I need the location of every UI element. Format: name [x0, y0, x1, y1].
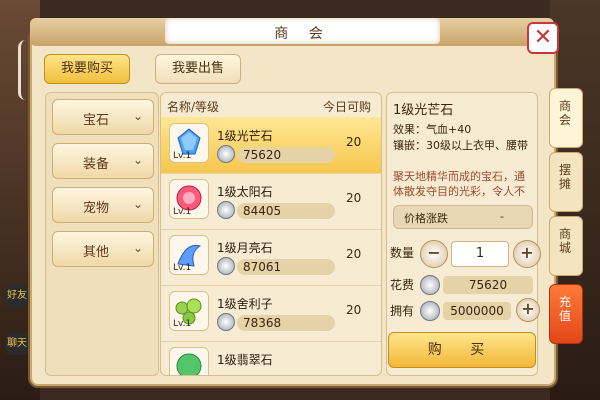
side-tab-mall[interactable]: 商城: [549, 216, 583, 276]
price-trend: 价格涨跌 -: [393, 205, 533, 229]
trend-value: -: [500, 210, 504, 223]
gem-icon: [169, 347, 209, 375]
owned-value: 5000000: [443, 302, 511, 320]
table-row[interactable]: 1级翡翠石: [161, 341, 381, 375]
category-sidebar: 宝石 ⌄ 装备 ⌄ 宠物 ⌄ 其他 ⌄: [45, 92, 159, 376]
item-list: 名称/等级 今日可购 Lv.1 1级光芒石 75620 20 Lv.1 1级太阳…: [160, 92, 382, 376]
side-tab-label: 摆摊: [559, 163, 572, 191]
level-badge: Lv.1: [173, 319, 192, 329]
silver-coin-icon: [217, 145, 235, 163]
gem-icon: Lv.1: [169, 291, 209, 331]
add-currency-button[interactable]: +: [516, 298, 540, 322]
table-row[interactable]: Lv.1 1级光芒石 75620 20: [161, 117, 381, 174]
silver-coin-icon: [420, 301, 440, 321]
chevron-down-icon: ⌄: [132, 241, 143, 255]
category-equipment[interactable]: 装备 ⌄: [52, 143, 154, 179]
close-icon: ✕: [533, 25, 553, 50]
item-price: 84405: [237, 203, 335, 219]
buy-button[interactable]: 购 买: [388, 332, 536, 368]
item-price: 78368: [237, 315, 335, 331]
category-label: 装备: [83, 157, 110, 172]
table-row[interactable]: Lv.1 1级舍利子 78368 20: [161, 285, 381, 342]
category-other[interactable]: 其他 ⌄: [52, 231, 154, 267]
title-banner: 商 会: [165, 18, 440, 44]
side-tab-stall[interactable]: 摆摊: [549, 152, 583, 212]
cost-value: 75620: [443, 276, 533, 294]
item-name: 1级翡翠石: [217, 353, 273, 367]
tab-buy[interactable]: 我要购买: [44, 54, 130, 84]
owned-label: 拥有: [390, 304, 415, 318]
silver-coin-icon: [217, 201, 235, 219]
list-header: 名称/等级 今日可购: [161, 93, 381, 117]
today-available: 20: [346, 135, 362, 149]
chevron-down-icon: ⌄: [132, 153, 143, 167]
gem-icon: Lv.1: [169, 179, 209, 219]
page-title: 商 会: [274, 26, 331, 42]
close-button[interactable]: ✕: [527, 22, 559, 54]
column-header-today: 今日可购: [323, 100, 372, 114]
detail-description: 聚天地精华而成的宝石，通体散发夺目的光彩，令人不: [393, 170, 525, 198]
detail-inlay: 镶嵌：30级以上衣甲、腰带: [393, 139, 528, 152]
item-price: 87061: [237, 259, 335, 275]
gem-art: [176, 353, 202, 375]
decrease-quantity-button[interactable]: −: [420, 240, 448, 268]
side-tab-label: 商会: [559, 99, 572, 127]
gem-icon: Lv.1: [169, 123, 209, 163]
silver-coin-icon: [420, 275, 440, 295]
silver-coin-icon: [217, 257, 235, 275]
gem-icon: Lv.1: [169, 235, 209, 275]
detail-effect: 效果：气血+40: [393, 123, 472, 136]
column-header-name: 名称/等级: [167, 100, 220, 114]
today-available: 20: [346, 191, 362, 205]
item-name: 1级太阳石: [217, 185, 273, 199]
item-price: 75620: [237, 147, 335, 163]
side-tab-label: 商城: [559, 227, 572, 255]
chevron-down-icon: ⌄: [132, 109, 143, 123]
quantity-label: 数量: [390, 246, 415, 260]
table-row[interactable]: Lv.1 1级月亮石 87061 20: [161, 229, 381, 286]
cost-label: 花费: [390, 278, 415, 292]
quantity-input[interactable]: 1: [451, 241, 509, 267]
category-pets[interactable]: 宠物 ⌄: [52, 187, 154, 223]
tab-sell[interactable]: 我要出售: [155, 54, 241, 84]
today-available: 20: [346, 303, 362, 317]
friends-icon[interactable]: 好友: [6, 285, 28, 307]
side-tab-recharge[interactable]: 充值: [549, 284, 583, 344]
item-name: 1级光芒石: [217, 129, 273, 143]
category-gems[interactable]: 宝石 ⌄: [52, 99, 154, 135]
left-shortcut-icons: 好友 聊天: [2, 285, 30, 365]
side-tab-label: 充值: [559, 295, 572, 323]
trend-label: 价格涨跌: [404, 212, 448, 225]
category-label: 宠物: [83, 201, 110, 216]
table-row[interactable]: Lv.1 1级太阳石 84405 20: [161, 173, 381, 230]
side-tab-market[interactable]: 商会: [549, 88, 583, 148]
silver-coin-icon: [217, 313, 235, 331]
chevron-down-icon: ⌄: [132, 197, 143, 211]
increase-quantity-button[interactable]: +: [513, 240, 541, 268]
item-name: 1级舍利子: [217, 297, 273, 311]
detail-title: 1级光芒石: [393, 103, 454, 118]
today-available: 20: [346, 247, 362, 261]
chat-icon[interactable]: 聊天: [6, 333, 28, 355]
level-badge: Lv.1: [173, 263, 192, 273]
level-badge: Lv.1: [173, 151, 192, 161]
category-label: 其他: [83, 245, 110, 260]
level-badge: Lv.1: [173, 207, 192, 217]
category-label: 宝石: [83, 113, 110, 128]
item-name: 1级月亮石: [217, 241, 273, 255]
